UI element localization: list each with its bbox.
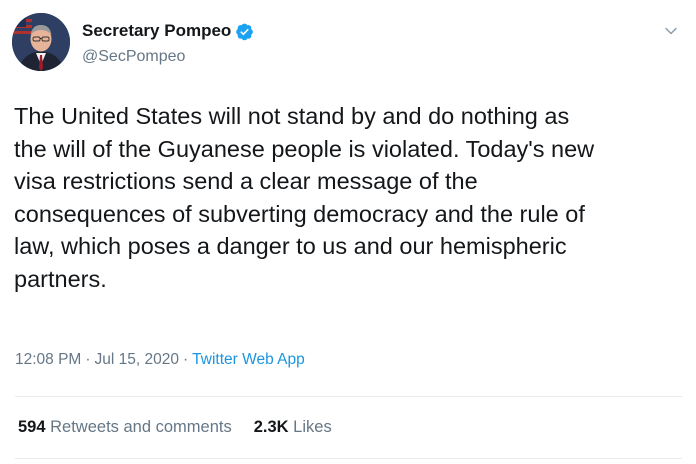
retweets-count: 594	[18, 418, 46, 436]
tweet-source-link[interactable]: Twitter Web App	[192, 351, 305, 368]
separator-dot: ·	[183, 351, 189, 368]
tweet-card: Secretary Pompeo @SecPompeo The United S…	[0, 0, 696, 464]
avatar[interactable]	[12, 13, 70, 71]
tweet-time[interactable]: 12:08 PM	[15, 351, 81, 368]
author-display-name[interactable]: Secretary Pompeo	[82, 21, 231, 41]
likes-label: Likes	[293, 418, 332, 436]
divider	[15, 458, 682, 459]
separator-dot: ·	[85, 351, 91, 368]
likes-stat[interactable]: 2.3K Likes	[254, 418, 332, 436]
tweet-date[interactable]: Jul 15, 2020	[95, 351, 179, 368]
divider	[15, 396, 682, 397]
tweet-text: The United States will not stand by and …	[14, 103, 595, 292]
avatar-portrait-image	[12, 13, 70, 71]
tweet-stats: 594 Retweets and comments 2.3K Likes	[18, 418, 354, 437]
retweets-label: Retweets and comments	[50, 418, 232, 436]
retweets-stat[interactable]: 594 Retweets and comments	[18, 418, 232, 436]
likes-count: 2.3K	[253, 418, 289, 436]
chevron-down-icon[interactable]	[664, 24, 678, 38]
verified-badge-icon	[235, 22, 254, 41]
tweet-metadata: 12:08 PM · Jul 15, 2020 · Twitter Web App	[15, 351, 305, 369]
author-handle[interactable]: @SecPompeo	[82, 48, 185, 66]
author-name-row: Secretary Pompeo	[82, 21, 254, 41]
